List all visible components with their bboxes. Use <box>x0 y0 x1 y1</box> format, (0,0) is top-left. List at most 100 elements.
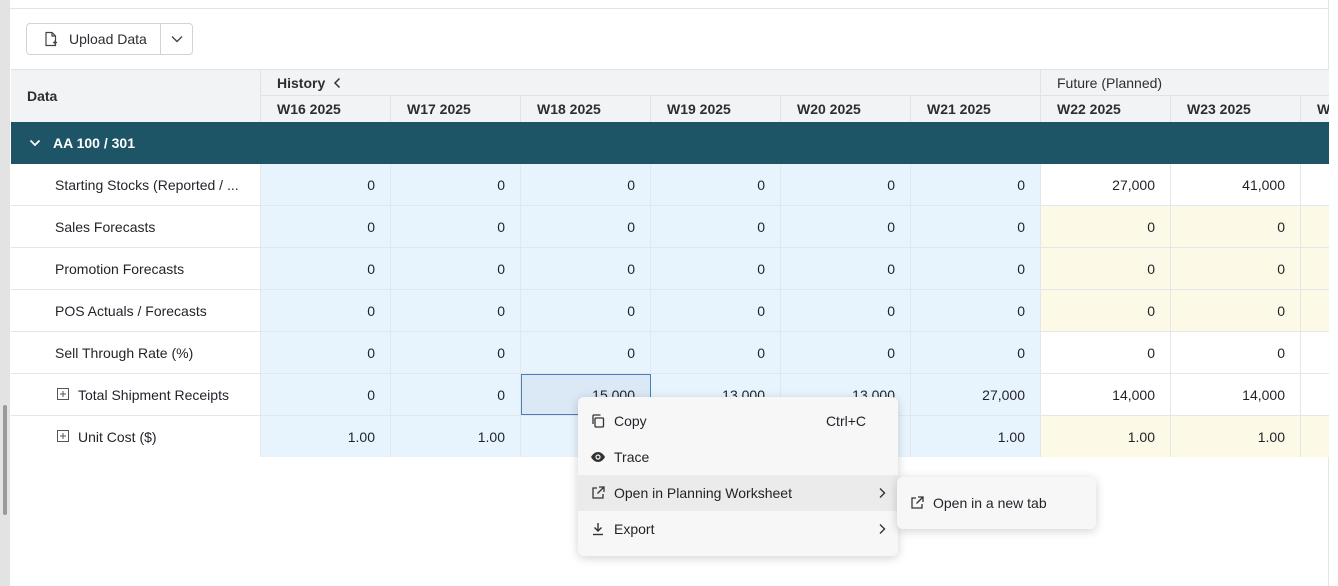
grid-cell[interactable]: 0 <box>261 248 391 289</box>
grid-cell[interactable]: 0 <box>391 164 521 205</box>
week-header: W16 2025 <box>261 96 391 122</box>
grid-cell[interactable]: 0 <box>1041 332 1171 373</box>
expand-icon[interactable] <box>57 429 69 445</box>
data-header-label: Data <box>27 88 58 104</box>
week-header: W22 2025 <box>1041 96 1171 122</box>
grid-cell[interactable]: 0 <box>1171 206 1301 247</box>
week-header: W21 2025 <box>911 96 1041 122</box>
grid-cell[interactable]: 0 <box>781 248 911 289</box>
data-column-header: Data <box>11 70 261 122</box>
grid-cell[interactable]: 1.00 <box>1171 416 1301 457</box>
upload-data-button[interactable]: Upload Data <box>27 24 162 54</box>
grid-cell[interactable]: 0 <box>1041 248 1171 289</box>
grid-cell[interactable]: 0 <box>781 290 911 331</box>
grid-cell[interactable]: 1.00 <box>1041 416 1171 457</box>
upload-options-dropdown[interactable] <box>161 24 192 54</box>
grid-cell[interactable]: 0 <box>391 332 521 373</box>
chevron-right-icon <box>878 522 886 538</box>
grid-cell[interactable]: 0 <box>391 206 521 247</box>
grid-cell[interactable]: 0 <box>521 332 651 373</box>
grid-cell[interactable]: 0 <box>261 374 391 415</box>
grid-cell[interactable]: 0 <box>651 290 781 331</box>
grid-cell[interactable]: 1.00 <box>261 416 391 457</box>
menu-item-trace[interactable]: Trace <box>578 439 898 475</box>
grid-cell[interactable]: 0 <box>651 206 781 247</box>
grid-cell[interactable]: 0 <box>911 248 1041 289</box>
divider <box>10 8 1328 9</box>
row-label-text: Total Shipment Receipts <box>78 386 229 403</box>
grid-cell[interactable]: 0 <box>1171 290 1301 331</box>
grid-cell[interactable]: 0 <box>651 164 781 205</box>
copy-icon <box>590 413 606 429</box>
grid-cell[interactable]: 0 <box>391 290 521 331</box>
grid-cell[interactable]: 0 <box>911 290 1041 331</box>
external-link-icon <box>909 495 925 511</box>
row-label-text: Starting Stocks (Reported / ... <box>55 176 239 193</box>
right-scrollbar[interactable] <box>1328 0 1338 586</box>
grid-cell[interactable] <box>1301 164 1329 205</box>
download-icon <box>590 521 606 537</box>
grid-cell[interactable]: 1.00 <box>911 416 1041 457</box>
menu-item-open-planning-worksheet[interactable]: Open in Planning Worksheet <box>578 475 898 511</box>
grid-cell[interactable] <box>1301 416 1329 457</box>
grid-cell[interactable]: 0 <box>781 332 911 373</box>
group-name: AA 100 / 301 <box>53 135 135 151</box>
chevron-down-icon[interactable] <box>29 139 41 147</box>
history-group-header[interactable]: History <box>261 70 1041 96</box>
grid-cell[interactable]: 1.00 <box>391 416 521 457</box>
grid-cell[interactable] <box>1301 206 1329 247</box>
grid-cell[interactable]: 27,000 <box>911 374 1041 415</box>
grid-cell[interactable]: 0 <box>521 206 651 247</box>
chevron-right-icon <box>878 486 886 502</box>
grid-cell[interactable]: 14,000 <box>1041 374 1171 415</box>
future-label: Future (Planned) <box>1057 74 1163 91</box>
group-row[interactable]: AA 100 / 301 <box>11 122 1329 164</box>
grid-cell[interactable]: 0 <box>1171 332 1301 373</box>
grid-cell[interactable] <box>1301 248 1329 289</box>
row-label: Starting Stocks (Reported / ... <box>11 164 261 205</box>
grid-cell[interactable]: 0 <box>651 332 781 373</box>
copy-shortcut: Ctrl+C <box>825 413 866 429</box>
row-label-text: Unit Cost ($) <box>78 428 157 445</box>
left-scrollbar[interactable] <box>0 0 10 586</box>
submenu-open-new-tab[interactable]: Open in a new tab <box>897 477 1096 529</box>
export-label: Export <box>614 521 655 537</box>
grid-cell[interactable]: 41,000 <box>1171 164 1301 205</box>
grid-cell[interactable]: 0 <box>261 290 391 331</box>
scrollbar-thumb[interactable] <box>3 405 7 515</box>
grid-cell[interactable]: 0 <box>521 290 651 331</box>
menu-item-copy[interactable]: Copy Ctrl+C <box>578 403 898 439</box>
grid-cell[interactable]: 0 <box>391 374 521 415</box>
grid-cell[interactable] <box>1301 374 1329 415</box>
grid-cell[interactable]: 0 <box>521 248 651 289</box>
eye-icon <box>590 449 606 465</box>
week-header: W20 2025 <box>781 96 911 122</box>
grid-cell[interactable] <box>1301 290 1329 331</box>
upload-data-split-button: Upload Data <box>26 23 193 55</box>
grid-cell[interactable]: 0 <box>261 206 391 247</box>
grid-cell[interactable]: 0 <box>1041 206 1171 247</box>
grid-cell[interactable]: 0 <box>911 332 1041 373</box>
grid-cell[interactable]: 0 <box>781 164 911 205</box>
grid-cell[interactable]: 0 <box>391 248 521 289</box>
menu-item-export[interactable]: Export <box>578 511 898 547</box>
grid-cell[interactable]: 0 <box>261 164 391 205</box>
grid-cell[interactable]: 0 <box>1171 248 1301 289</box>
grid-cell[interactable]: 0 <box>651 248 781 289</box>
history-label: History <box>277 74 326 91</box>
expand-icon[interactable] <box>57 387 69 403</box>
grid-cell[interactable]: 27,000 <box>1041 164 1171 205</box>
row-label-text: Promotion Forecasts <box>55 260 185 277</box>
grid-cell[interactable]: 0 <box>911 164 1041 205</box>
grid-cell[interactable] <box>1301 332 1329 373</box>
row-label: Promotion Forecasts <box>11 248 261 289</box>
grid-cell[interactable]: 0 <box>261 332 391 373</box>
grid-cell[interactable]: 0 <box>911 206 1041 247</box>
chevron-left-icon[interactable] <box>333 77 341 89</box>
grid-cell[interactable]: 0 <box>521 164 651 205</box>
context-menu: Copy Ctrl+C Trace Open in Planning Works… <box>578 397 898 556</box>
grid-cell[interactable]: 14,000 <box>1171 374 1301 415</box>
week-header: W23 2025 <box>1171 96 1301 122</box>
grid-cell[interactable]: 0 <box>781 206 911 247</box>
grid-cell[interactable]: 0 <box>1041 290 1171 331</box>
